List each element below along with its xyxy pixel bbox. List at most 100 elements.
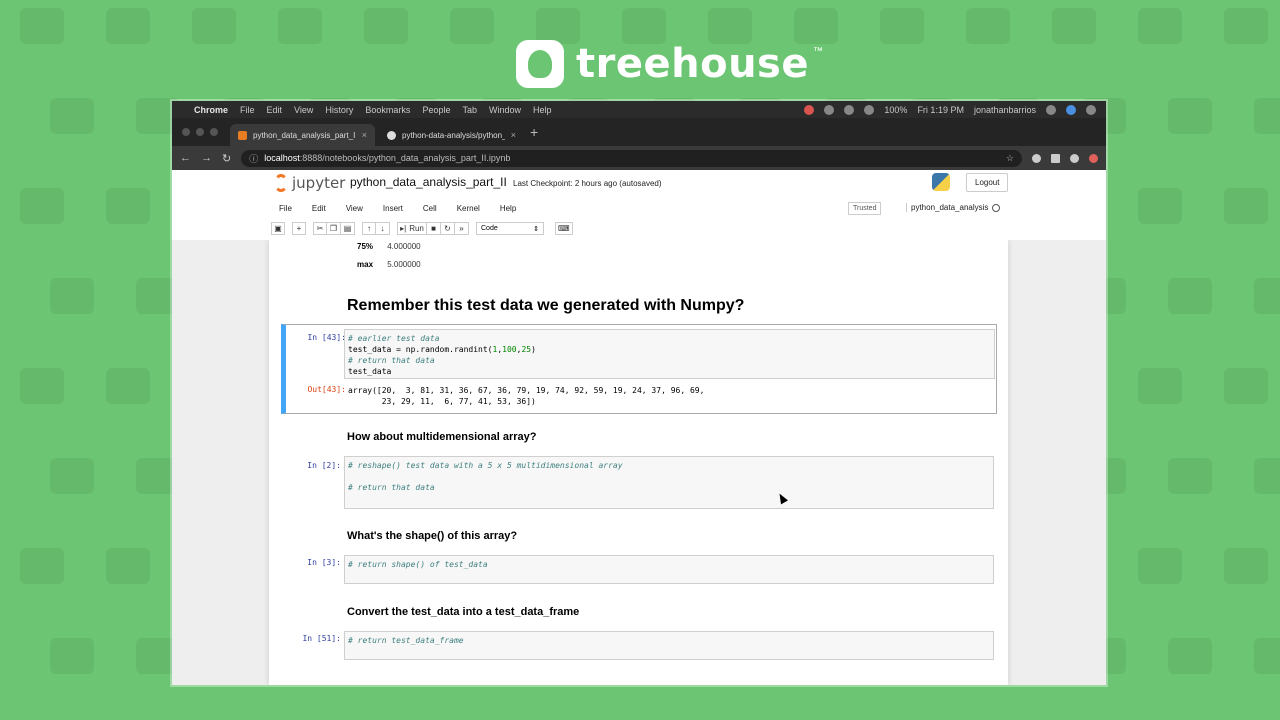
new-tab-button[interactable]: + xyxy=(530,124,538,140)
run-button[interactable]: ▸| Run xyxy=(397,222,427,235)
record-icon[interactable] xyxy=(804,104,815,115)
menu-edit[interactable]: Edit xyxy=(312,204,326,213)
bluetooth-icon[interactable] xyxy=(844,104,855,115)
background-pattern-tile xyxy=(1168,98,1212,134)
command-palette-button[interactable]: ⌨ xyxy=(555,222,573,235)
select-arrows-icon: ⇕ xyxy=(533,225,539,233)
info-icon[interactable]: ⓘ xyxy=(249,152,258,165)
markdown-heading[interactable]: Convert the test_data into a test_data_f… xyxy=(347,606,579,618)
menubar-item-bookmarks[interactable]: Bookmarks xyxy=(365,105,410,115)
minimize-window-button[interactable] xyxy=(196,128,204,136)
code-cell[interactable]: In [3]: # return shape() of test_data xyxy=(281,555,997,585)
window-controls xyxy=(182,128,218,136)
menu-cell[interactable]: Cell xyxy=(423,204,437,213)
code-comment: # return that data xyxy=(348,356,435,365)
menu-file[interactable]: File xyxy=(279,204,292,213)
tab-github[interactable]: python-data-analysis/python_ × xyxy=(379,124,524,146)
menubar-item-view[interactable]: View xyxy=(294,105,313,115)
code-editor[interactable]: # return shape() of test_data xyxy=(344,555,994,584)
menubar-item-window[interactable]: Window xyxy=(489,105,521,115)
run-label: Run xyxy=(409,224,424,233)
background-pattern-tile xyxy=(450,8,494,44)
menubar-item-edit[interactable]: Edit xyxy=(267,105,283,115)
trusted-badge[interactable]: Trusted xyxy=(848,202,882,215)
notebook-name[interactable]: python_data_analysis_part_II xyxy=(350,175,507,189)
background-pattern-tile xyxy=(1224,368,1268,404)
output-line: 23, 29, 11, 6, 77, 41, 53, 36]) xyxy=(348,397,536,406)
code-editor[interactable]: # return test_data_frame xyxy=(344,631,994,660)
background-pattern-tile xyxy=(1254,638,1280,674)
menu-insert[interactable]: Insert xyxy=(383,204,403,213)
browser-toolbar: ← → ↻ ⓘ localhost:8888/notebooks/python_… xyxy=(172,146,1106,170)
menu-kernel[interactable]: Kernel xyxy=(457,204,480,213)
cell-type-value: Code xyxy=(481,225,498,232)
reload-icon[interactable]: ↻ xyxy=(222,152,231,165)
move-up-button[interactable]: ↑ xyxy=(362,222,376,235)
record-extension-icon[interactable] xyxy=(1089,153,1098,163)
code-line: test_data = np.random.randint( xyxy=(348,345,493,354)
notebook-toolbar: ▣ + ✂ ❐ ▤ ↑ ↓ ▸| Run ■ ↻ » Code ⇕ ⌨ xyxy=(271,222,573,235)
cell-type-select[interactable]: Code ⇕ xyxy=(476,222,544,235)
markdown-heading[interactable]: Remember this test data we generated wit… xyxy=(347,297,744,315)
menubar-item-file[interactable]: File xyxy=(240,105,255,115)
siri-icon[interactable] xyxy=(1066,104,1076,115)
wifi-icon[interactable] xyxy=(864,104,875,115)
interrupt-button[interactable]: ■ xyxy=(427,222,441,235)
close-tab-icon[interactable]: × xyxy=(511,130,516,140)
forward-icon[interactable]: → xyxy=(201,152,212,164)
code-number: 100 xyxy=(502,345,517,354)
menubar-item-history[interactable]: History xyxy=(325,105,353,115)
jupyter-logo-text: jupyter xyxy=(292,174,346,192)
paste-button[interactable]: ▤ xyxy=(341,222,355,235)
describe-row: max 5.000000 xyxy=(357,260,421,269)
markdown-heading[interactable]: How about multidemensional array? xyxy=(347,431,536,443)
clock[interactable]: Fri 1:19 PM xyxy=(917,105,964,115)
restart-button[interactable]: ↻ xyxy=(441,222,455,235)
code-number: 1 xyxy=(492,345,498,354)
insert-cell-button[interactable]: + xyxy=(292,222,306,235)
background-pattern-tile xyxy=(1138,8,1182,44)
code-cell[interactable]: In [51]: # return test_data_frame xyxy=(281,631,997,661)
background-pattern-tile xyxy=(20,8,64,44)
background-pattern-tile xyxy=(364,8,408,44)
background-pattern-tile xyxy=(1224,548,1268,584)
save-button[interactable]: ▣ xyxy=(271,222,285,235)
code-cell[interactable]: In [2]: # reshape() test data with a 5 x… xyxy=(281,456,997,512)
code-editor[interactable]: # reshape() test data with a 5 x 5 multi… xyxy=(344,456,994,509)
move-down-button[interactable]: ↓ xyxy=(376,222,390,235)
copy-button[interactable]: ❐ xyxy=(327,222,341,235)
reading-list-icon[interactable] xyxy=(1051,153,1060,163)
user-name[interactable]: jonathanbarrios xyxy=(974,105,1036,115)
close-tab-icon[interactable]: × xyxy=(362,130,367,140)
maximize-window-button[interactable] xyxy=(210,128,218,136)
cloud-icon[interactable] xyxy=(824,104,835,115)
cut-button[interactable]: ✂ xyxy=(313,222,327,235)
menu-view[interactable]: View xyxy=(346,204,363,213)
menu-help[interactable]: Help xyxy=(500,204,516,213)
jupyter-logo[interactable]: jupyter xyxy=(274,174,345,192)
menubar-app-name[interactable]: Chrome xyxy=(194,105,228,115)
code-cell-selected[interactable]: In [43]: # earlier test data test_data =… xyxy=(281,324,997,414)
menubar-item-people[interactable]: People xyxy=(422,105,450,115)
back-icon[interactable]: ← xyxy=(180,152,191,164)
bookmark-star-icon[interactable]: ☆ xyxy=(1006,153,1014,164)
markdown-heading[interactable]: What's the shape() of this array? xyxy=(347,530,517,542)
close-window-button[interactable] xyxy=(182,128,190,136)
notebook-area[interactable]: 75% 4.000000 max 5.000000 Remember this … xyxy=(172,240,1106,685)
code-editor[interactable]: # earlier test data test_data = np.rando… xyxy=(344,329,995,379)
address-bar[interactable]: ⓘ localhost:8888/notebooks/python_data_a… xyxy=(241,149,1022,167)
menubar-item-help[interactable]: Help xyxy=(533,105,552,115)
notification-center-icon[interactable] xyxy=(1086,104,1096,115)
restart-run-all-button[interactable]: » xyxy=(455,222,469,235)
extension-icon[interactable] xyxy=(1032,153,1041,163)
logout-button[interactable]: Logout xyxy=(966,173,1009,192)
background-pattern-tile xyxy=(106,368,150,404)
profile-avatar-icon[interactable] xyxy=(1070,153,1079,163)
code-comment: # reshape() test data with a 5 x 5 multi… xyxy=(348,461,623,470)
spotlight-icon[interactable] xyxy=(1046,104,1056,115)
code-comment: # earlier test data xyxy=(348,334,440,343)
menubar-item-tab[interactable]: Tab xyxy=(462,105,477,115)
tab-notebook[interactable]: python_data_analysis_part_II - × xyxy=(230,124,375,146)
tab-label: python_data_analysis_part_II - xyxy=(253,130,356,140)
menubar-status-area: 100% Fri 1:19 PM jonathanbarrios xyxy=(804,104,1096,115)
